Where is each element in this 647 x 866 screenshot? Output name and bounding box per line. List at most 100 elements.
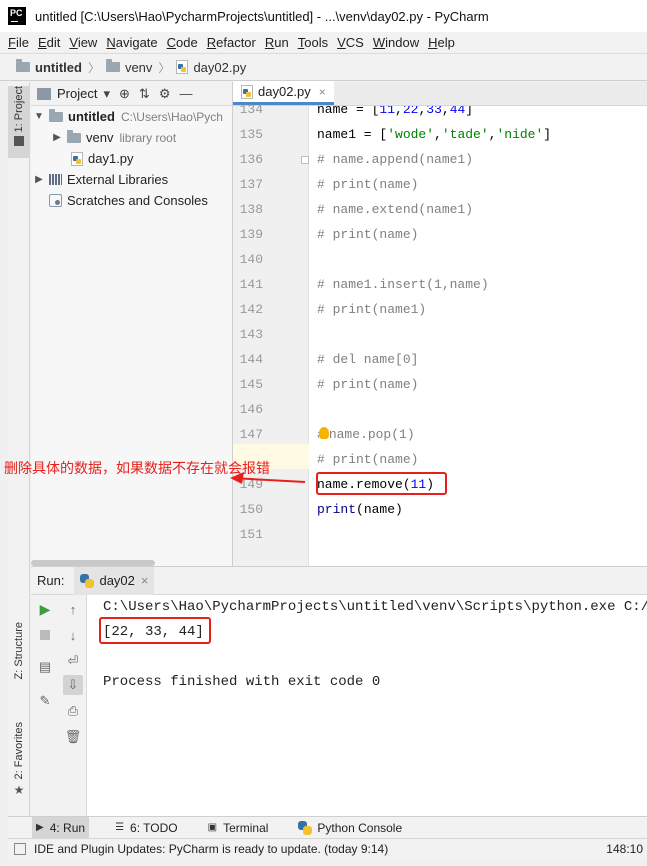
tool-tab-project[interactable]: 1: Project [8, 86, 30, 158]
status-message[interactable]: IDE and Plugin Updates: PyCharm is ready… [34, 842, 388, 856]
tree-item-note: library root [119, 130, 177, 145]
title-bar: PC untitled [C:\Users\Hao\PycharmProject… [0, 0, 647, 32]
breadcrumb-venv[interactable]: venv 〉 [105, 59, 176, 76]
tool-tab-label: 6: TODO [130, 820, 178, 835]
tool-tab-label: 4: Run [49, 820, 86, 835]
code-area[interactable]: name = [11,22,33,44] name1 = ['wode','tad… [309, 106, 647, 566]
line-number: 137 [239, 177, 263, 192]
menu-help[interactable]: Help [428, 35, 455, 50]
code-line: # print(name) [317, 227, 419, 242]
star-icon: ★ [13, 783, 25, 798]
pycharm-logo-icon: PC [8, 7, 26, 25]
library-icon [49, 174, 62, 185]
tool-tab-todo[interactable]: ☰ 6: TODO [111, 817, 182, 839]
tool-tab-python-console[interactable]: Python Console [294, 817, 406, 839]
chevron-down-icon[interactable]: ▾ [103, 86, 110, 102]
restore-layout-icon[interactable]: ▤ [35, 657, 55, 677]
menu-window[interactable]: Window [373, 35, 419, 50]
menu-run[interactable]: Run [265, 35, 289, 50]
folder-icon [67, 129, 81, 143]
trash-icon[interactable]: 🗑 [63, 727, 83, 747]
soft-wrap-icon[interactable]: ⏎ [63, 651, 83, 671]
tool-tab-structure[interactable]: Z: Structure [8, 622, 30, 702]
tool-tab-terminal[interactable]: ▣ Terminal [204, 817, 273, 839]
chevron-down-icon[interactable]: ▼ [33, 111, 45, 122]
tool-tab-favorites[interactable]: 2: Favorites ★ [8, 722, 30, 806]
menu-edit[interactable]: Edit [38, 35, 60, 50]
collapse-all-icon[interactable]: ⇅ [139, 86, 150, 102]
breadcrumb-day02[interactable]: day02.py [176, 60, 246, 75]
close-icon[interactable]: × [141, 573, 149, 588]
caret-position[interactable]: 148:10 [606, 842, 643, 856]
menu-file[interactable]: File [8, 35, 29, 50]
chevron-right-icon[interactable]: ▶ [33, 174, 45, 185]
tree-item-external-libraries[interactable]: ▶ External Libraries [31, 169, 232, 190]
tree-item-label: External Libraries [67, 172, 169, 187]
scroll-to-end-icon[interactable]: ⇩ [63, 675, 83, 695]
menu-tools[interactable]: Tools [298, 35, 328, 50]
console-line: C:\Users\Hao\PycharmProjects\untitled\ve… [103, 599, 647, 615]
scratches-icon [49, 194, 62, 207]
tree-item-untitled[interactable]: ▼ untitled C:\Users\Hao\Pych [31, 106, 232, 127]
run-toolbar: ▶ ↑ ↓ ⏎ ▤ ⇩ ✎ ⎙ 🗑 [31, 595, 87, 817]
line-number: 151 [239, 527, 263, 542]
code-line: # name1.insert(1,name) [317, 277, 489, 292]
editor: day02.py × 134 135 136 137 138 139 140 141 142 14… [233, 81, 647, 566]
print-icon[interactable]: ⎙ [63, 701, 83, 721]
code-line: name = [11,22,33,44] [317, 106, 474, 117]
tool-tab-label: 2: Favorites [13, 722, 25, 780]
breadcrumb-label: venv [124, 59, 153, 75]
menu-refactor[interactable]: Refactor [207, 35, 256, 50]
menu-view[interactable]: View [69, 35, 97, 50]
code-line: # name.append(name1) [317, 152, 474, 167]
menu-vcs[interactable]: VCS [337, 35, 364, 50]
tool-tab-label: Terminal [223, 820, 269, 835]
rerun-icon[interactable]: ▶ [35, 599, 55, 619]
tool-tab-run[interactable]: ▶ 4: Run [32, 816, 90, 839]
tree-item-day1[interactable]: day1.py [31, 148, 232, 169]
menu-navigate[interactable]: Navigate [106, 35, 157, 50]
console-line: Process finished with exit code 0 [103, 674, 381, 690]
code-line: # del name[0] [317, 352, 419, 367]
python-file-icon [241, 84, 253, 99]
status-toggle-icon[interactable] [14, 842, 26, 855]
run-icon: ▶ [36, 822, 44, 833]
scroll-from-source-icon[interactable]: ⊕ [119, 86, 130, 102]
python-icon [298, 820, 313, 835]
status-bar: IDE and Plugin Updates: PyCharm is ready… [8, 838, 647, 858]
run-tab-day02[interactable]: day02 × [74, 566, 155, 595]
menu-code[interactable]: Code [167, 35, 198, 50]
run-panel-header: Run: day02 × [31, 566, 647, 595]
close-icon[interactable]: × [319, 85, 326, 99]
left-tool-stripe: 1: Project Z: Structure 2: Favorites ★ [8, 82, 30, 816]
tree-item-label: Scratches and Consoles [67, 193, 208, 208]
tree-item-venv[interactable]: ▶ venv library root [31, 127, 232, 148]
line-number: 146 [239, 402, 263, 417]
arrow-down-icon[interactable]: ↓ [63, 625, 83, 645]
project-panel: Project ▾ ⊕ ⇅ ⚙ — ▼ untitled C:\Users\Ha… [31, 82, 233, 566]
annotation-text: 删除具体的数据，如果数据不存在就会报错 [4, 460, 270, 476]
line-number: 138 [239, 202, 263, 217]
hide-panel-icon[interactable]: — [179, 86, 192, 101]
arrow-up-icon[interactable]: ↑ [63, 599, 83, 619]
folder-icon [105, 59, 120, 72]
pin-icon[interactable]: ✎ [35, 691, 55, 711]
code-line: name1 = ['wode','tade','nide'] [317, 127, 552, 142]
fold-marker-icon[interactable] [301, 156, 309, 164]
breadcrumb-untitled[interactable]: untitled 〉 [16, 59, 106, 76]
line-number: 149 [239, 477, 263, 492]
terminal-icon: ▣ [207, 822, 218, 833]
lightbulb-icon[interactable] [318, 427, 329, 439]
editor-tabs: day02.py × [233, 81, 647, 106]
chevron-right-icon[interactable]: ▶ [51, 132, 63, 143]
tree-item-label: day1.py [88, 151, 134, 166]
breadcrumb: untitled 〉 venv 〉 day02.py [0, 53, 647, 81]
gear-icon[interactable]: ⚙ [159, 86, 171, 102]
project-view-selector[interactable]: Project [57, 86, 97, 101]
code-line: # print(name) [317, 377, 419, 392]
line-number: 144 [239, 352, 263, 367]
line-number: 141 [239, 277, 263, 292]
tree-item-scratches[interactable]: Scratches and Consoles [31, 190, 232, 211]
line-number: 143 [239, 327, 263, 342]
stop-icon[interactable] [35, 625, 55, 645]
